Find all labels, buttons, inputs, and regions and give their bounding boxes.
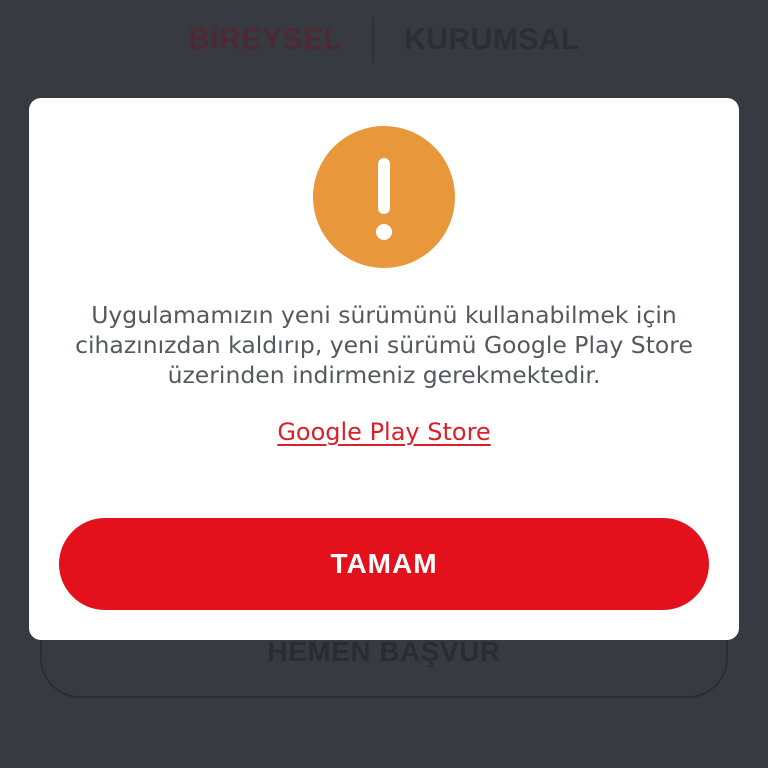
tab-kurumsal: KURUMSAL — [404, 23, 580, 56]
update-required-dialog: Uygulamamızın yeni sürümünü kullanabilme… — [29, 98, 739, 640]
dialog-message: Uygulamamızın yeni sürümünü kullanabilme… — [75, 301, 693, 389]
google-play-store-link[interactable]: Google Play Store — [29, 418, 739, 446]
tab-bireysel: BİREYSEL — [188, 23, 343, 56]
exclamation-alert-icon — [313, 126, 455, 268]
exclamation-bar — [378, 158, 390, 214]
ok-button[interactable]: TAMAM — [59, 518, 709, 610]
apply-now-label: HEMEN BAŞVUR — [267, 636, 501, 667]
exclamation-dot — [376, 224, 392, 240]
segment-tabs: BİREYSEL KURUMSAL — [0, 14, 768, 66]
